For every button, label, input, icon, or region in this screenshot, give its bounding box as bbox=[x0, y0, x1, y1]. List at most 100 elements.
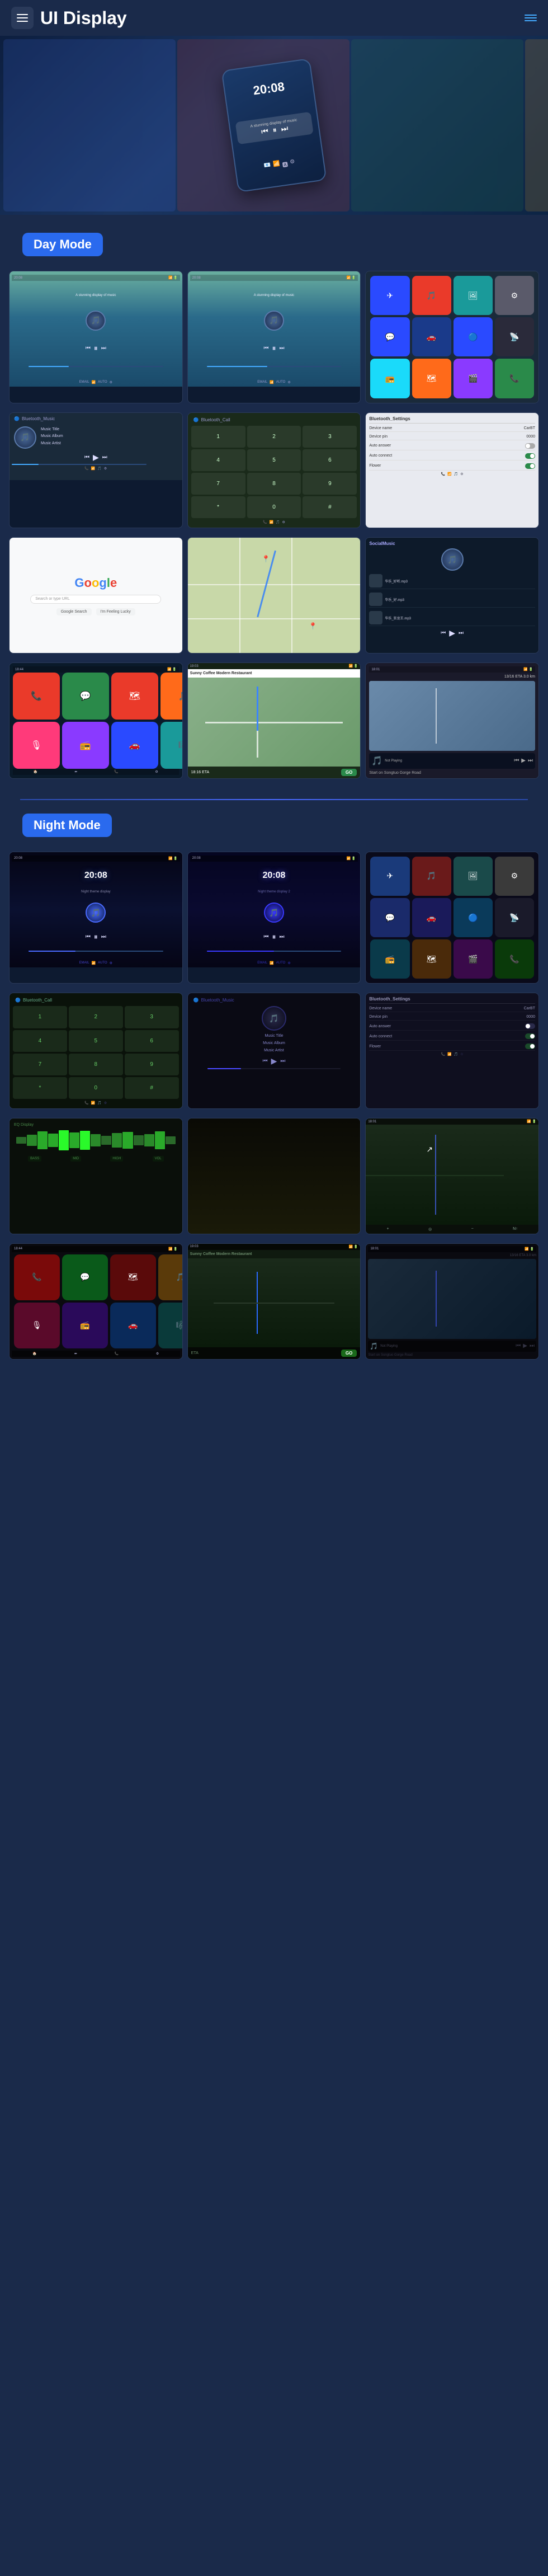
key-7[interactable]: 7 bbox=[191, 473, 245, 495]
day-bt-next[interactable]: ⏭ bbox=[102, 454, 107, 460]
night-app-media[interactable]: 🎬 bbox=[453, 939, 493, 979]
night-next-2[interactable]: ⏭ bbox=[279, 934, 284, 940]
hero-prev-button[interactable]: ⏮ bbox=[261, 126, 269, 137]
google-search-button[interactable]: Google Search bbox=[56, 608, 92, 615]
day-bt-play[interactable]: ▶ bbox=[93, 453, 99, 462]
social-prev[interactable]: ⏮ bbox=[441, 630, 446, 636]
social-item-3[interactable]: 华乐_狂龙王.mp3 bbox=[369, 610, 535, 626]
night-key-3[interactable]: 3 bbox=[125, 1006, 179, 1028]
key-5[interactable]: 5 bbox=[247, 449, 301, 471]
night-app-radio[interactable]: 📻 bbox=[370, 939, 409, 979]
day-bt-prev[interactable]: ⏮ bbox=[84, 454, 89, 460]
night-key-hash[interactable]: # bbox=[125, 1077, 179, 1099]
eq-band-1[interactable]: BASS bbox=[28, 1156, 41, 1162]
night-app-settings[interactable]: ⚙ bbox=[495, 857, 534, 896]
carplay-waze[interactable]: 🚗 bbox=[111, 722, 158, 769]
app-maps[interactable]: 🗺 bbox=[412, 359, 451, 398]
night-bt-prev[interactable]: ⏮ bbox=[263, 1058, 268, 1064]
night-cp-phone[interactable]: 📞 bbox=[14, 1254, 60, 1300]
carplay-messages[interactable]: 💬 bbox=[62, 673, 109, 720]
toggle-flower[interactable] bbox=[525, 463, 535, 469]
key-6[interactable]: 6 bbox=[303, 449, 357, 471]
carplay-spotify[interactable]: 🎼 bbox=[160, 722, 183, 769]
night-key-star[interactable]: * bbox=[13, 1077, 67, 1099]
night-nav-zoom-in[interactable]: + bbox=[387, 1227, 389, 1231]
key-9[interactable]: 9 bbox=[303, 473, 357, 495]
night-prev-1[interactable]: ⏮ bbox=[86, 934, 91, 940]
night-toggle-auto-connect[interactable] bbox=[525, 1033, 535, 1039]
np-play[interactable]: ▶ bbox=[521, 758, 526, 764]
key-8[interactable]: 8 bbox=[247, 473, 301, 495]
night-cp-maps[interactable]: 🗺 bbox=[110, 1254, 156, 1300]
app-telegram[interactable]: ✈ bbox=[370, 276, 409, 315]
carplay-radio[interactable]: 📻 bbox=[62, 722, 109, 769]
night-key-4[interactable]: 4 bbox=[13, 1030, 67, 1052]
night-bt-next[interactable]: ⏭ bbox=[280, 1058, 285, 1064]
np-prev[interactable]: ⏮ bbox=[514, 758, 519, 764]
key-star[interactable]: * bbox=[191, 496, 245, 518]
app-photos[interactable]: 🖼 bbox=[453, 276, 493, 315]
day-prev-2[interactable]: ⏮ bbox=[263, 345, 268, 351]
hero-play-button[interactable]: ⏸ bbox=[272, 125, 277, 135]
app-phone[interactable]: 📞 bbox=[495, 359, 534, 398]
app-music[interactable]: 🎵 bbox=[412, 276, 451, 315]
menu-button[interactable] bbox=[11, 7, 34, 29]
night-cp-waze[interactable]: 🚗 bbox=[110, 1303, 156, 1348]
social-item-2[interactable]: 华乐_好.mp3 bbox=[369, 591, 535, 608]
night-app-phone[interactable]: 📞 bbox=[495, 939, 534, 979]
carplay-phone[interactable]: 📞 bbox=[13, 673, 60, 720]
carplay-podcast[interactable]: 🎙 bbox=[13, 722, 60, 769]
google-lucky-button[interactable]: I'm Feeling Lucky bbox=[96, 608, 135, 615]
app-media[interactable]: 🎬 bbox=[453, 359, 493, 398]
app-vehicle[interactable]: 🚗 bbox=[412, 317, 451, 356]
night-play-1[interactable]: ⏸ bbox=[94, 932, 98, 942]
night-play-2[interactable]: ⏸ bbox=[272, 932, 276, 942]
night-np-play[interactable]: ▶ bbox=[523, 1343, 527, 1349]
app-bluetooth[interactable]: 🔵 bbox=[453, 317, 493, 356]
night-key-9[interactable]: 9 bbox=[125, 1054, 179, 1075]
night-app-photos[interactable]: 🖼 bbox=[453, 857, 493, 896]
night-nav-center[interactable]: ◎ bbox=[428, 1227, 432, 1231]
night-key-2[interactable]: 2 bbox=[69, 1006, 123, 1028]
night-nav-go-button[interactable]: GO bbox=[341, 1350, 357, 1357]
app-settings[interactable]: ⚙ bbox=[495, 276, 534, 315]
night-cp-spotify[interactable]: 🎼 bbox=[158, 1303, 183, 1348]
key-2[interactable]: 2 bbox=[247, 426, 301, 448]
google-search-bar[interactable]: Search or type URL bbox=[30, 595, 161, 604]
night-app-bt2[interactable]: 📡 bbox=[495, 898, 534, 937]
day-next-2[interactable]: ⏭ bbox=[279, 345, 284, 351]
day-play-1[interactable]: ⏸ bbox=[94, 344, 98, 353]
social-item-1[interactable]: 华乐_好听.mp3 bbox=[369, 573, 535, 589]
night-app-wechat[interactable]: 💬 bbox=[370, 898, 409, 937]
night-key-1[interactable]: 1 bbox=[13, 1006, 67, 1028]
night-cp-podcast[interactable]: 🎙 bbox=[14, 1303, 60, 1348]
night-nav-zoom-out[interactable]: − bbox=[471, 1227, 474, 1231]
night-app-maps[interactable]: 🗺 bbox=[412, 939, 451, 979]
eq-band-2[interactable]: MID bbox=[70, 1156, 81, 1162]
night-app-music[interactable]: 🎵 bbox=[412, 857, 451, 896]
night-key-6[interactable]: 6 bbox=[125, 1030, 179, 1052]
night-np-prev[interactable]: ⏮ bbox=[516, 1343, 521, 1349]
night-key-0[interactable]: 0 bbox=[69, 1077, 123, 1099]
night-key-7[interactable]: 7 bbox=[13, 1054, 67, 1075]
night-app-vehicle[interactable]: 🚗 bbox=[412, 898, 451, 937]
nav-go-button[interactable]: GO bbox=[341, 769, 357, 776]
app-radio[interactable]: 📻 bbox=[370, 359, 409, 398]
carplay-maps[interactable]: 🗺 bbox=[111, 673, 158, 720]
night-prev-2[interactable]: ⏮ bbox=[263, 934, 268, 940]
day-next-1[interactable]: ⏭ bbox=[101, 345, 106, 351]
key-3[interactable]: 3 bbox=[303, 426, 357, 448]
key-hash[interactable]: # bbox=[303, 496, 357, 518]
social-next[interactable]: ⏭ bbox=[459, 630, 464, 636]
toggle-auto-connect[interactable] bbox=[525, 453, 535, 459]
key-0[interactable]: 0 bbox=[247, 496, 301, 518]
night-key-5[interactable]: 5 bbox=[69, 1030, 123, 1052]
night-cp-radio[interactable]: 📻 bbox=[62, 1303, 108, 1348]
toggle-auto-answer[interactable] bbox=[525, 443, 535, 449]
np-next[interactable]: ⏭ bbox=[528, 758, 533, 764]
night-app-telegram[interactable]: ✈ bbox=[370, 857, 409, 896]
nav-icon[interactable] bbox=[525, 15, 537, 21]
key-1[interactable]: 1 bbox=[191, 426, 245, 448]
night-cp-music[interactable]: 🎵 bbox=[158, 1254, 183, 1300]
carplay-music[interactable]: 🎵 bbox=[160, 673, 183, 720]
